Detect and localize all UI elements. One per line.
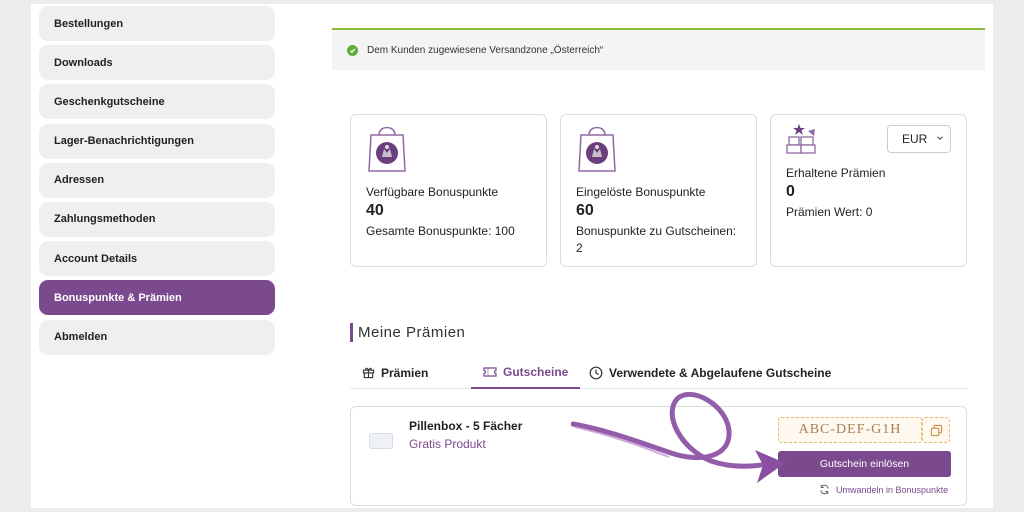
redeemed-points-card: Eingelöste Bonuspunkte 60 Bonuspunkte zu… [560, 114, 757, 267]
shopping-bag-icon [367, 123, 407, 178]
available-points-card: Verfügbare Bonuspunkte 40 Gesamte Bonusp… [350, 114, 547, 267]
shipping-zone-notice: Dem Kunden zugewiesene Versandzone „Öste… [332, 28, 985, 70]
clock-icon [589, 366, 603, 379]
gift-icon [362, 367, 375, 379]
redeemed-points-value: 60 [576, 202, 594, 219]
points-to-coupons-text: Bonuspunkte zu Gutscheinen: 2 [576, 224, 737, 255]
rewards-value-text: Prämien Wert: 0 [786, 205, 873, 219]
sidebar-item-label: Adressen [54, 174, 105, 187]
rewards-tabs: Prämien Gutscheine Verwendete & Abgelauf… [350, 356, 968, 389]
sidebar-item-label: Lager-Benachrichtigungen [54, 135, 194, 148]
tab-used-expired-coupons[interactable]: Verwendete & Abgelaufene Gutscheine [589, 356, 831, 389]
sidebar-item-label: Downloads [54, 56, 113, 69]
account-sidebar: Bestellungen Downloads Geschenkgutschein… [39, 6, 275, 359]
redeemed-points-label: Eingelöste Bonuspunkte [576, 185, 706, 199]
sidebar-item-payment-methods[interactable]: Zahlungsmethoden [39, 201, 275, 237]
product-image [369, 433, 393, 449]
sidebar-item-logout[interactable]: Abmelden [39, 319, 275, 355]
tab-label: Gutscheine [503, 364, 569, 379]
sidebar-item-label: Bestellungen [54, 17, 124, 30]
refresh-icon [820, 484, 829, 495]
redeem-coupon-button[interactable]: Gutschein einlösen [778, 451, 951, 477]
currency-select[interactable]: EUR [887, 125, 951, 153]
sidebar-item-orders[interactable]: Bestellungen [39, 6, 275, 41]
sidebar-item-rewards[interactable]: Bonuspunkte & Prämien [39, 280, 275, 316]
coupon-code[interactable]: ABC-DEF-G1H [778, 417, 922, 443]
available-points-label: Verfügbare Bonuspunkte [366, 185, 499, 199]
convert-label: Umwandeln in Bonuspunkte [836, 484, 949, 495]
product-name: Pillenbox - 5 Fächer [409, 419, 523, 433]
sidebar-item-stock-notifications[interactable]: Lager-Benachrichtigungen [39, 123, 275, 159]
gift-boxes-icon [785, 121, 819, 160]
sidebar-item-label: Geschenkgutscheine [54, 95, 165, 108]
product-type: Gratis Produkt [409, 437, 486, 451]
sidebar-item-account-details[interactable]: Account Details [39, 241, 275, 277]
sidebar-item-label: Zahlungsmethoden [54, 213, 156, 226]
check-circle-icon [347, 44, 358, 56]
sidebar-item-label: Account Details [54, 252, 138, 265]
ticket-icon [483, 366, 497, 377]
tab-label: Verwendete & Abgelaufene Gutscheine [609, 365, 832, 380]
notice-text: Dem Kunden zugewiesene Versandzone „Öste… [367, 44, 604, 56]
tab-label: Prämien [381, 365, 429, 380]
rewards-received-label: Erhaltene Prämien [786, 166, 886, 180]
sidebar-item-gift-cards[interactable]: Geschenkgutscheine [39, 84, 275, 120]
sidebar-item-addresses[interactable]: Adressen [39, 162, 275, 198]
chevron-down-icon [936, 134, 944, 144]
section-title: Meine Prämien [350, 323, 465, 342]
rewards-received-value: 0 [786, 183, 795, 200]
copy-code-button[interactable] [922, 417, 950, 443]
convert-to-points-link[interactable]: Umwandeln in Bonuspunkte [819, 484, 948, 495]
available-points-value: 40 [366, 202, 384, 219]
shopping-bag-icon [577, 123, 617, 178]
sidebar-item-downloads[interactable]: Downloads [39, 45, 275, 81]
tab-rewards[interactable]: Prämien [362, 356, 428, 389]
copy-icon [930, 424, 942, 436]
sidebar-item-label: Bonuspunkte & Prämien [54, 291, 182, 304]
account-page: Bestellungen Downloads Geschenkgutschein… [31, 4, 993, 508]
rewards-received-card: EUR Erhaltene Prämien 0 Prämien Wert: 0 [770, 114, 967, 267]
coupon-item: Pillenbox - 5 Fächer Gratis Produkt ABC-… [350, 406, 967, 506]
tab-coupons[interactable]: Gutscheine [471, 356, 581, 389]
total-points-text: Gesamte Bonuspunkte: 100 [366, 224, 515, 238]
sidebar-item-label: Abmelden [54, 331, 108, 343]
currency-value: EUR [902, 132, 928, 146]
